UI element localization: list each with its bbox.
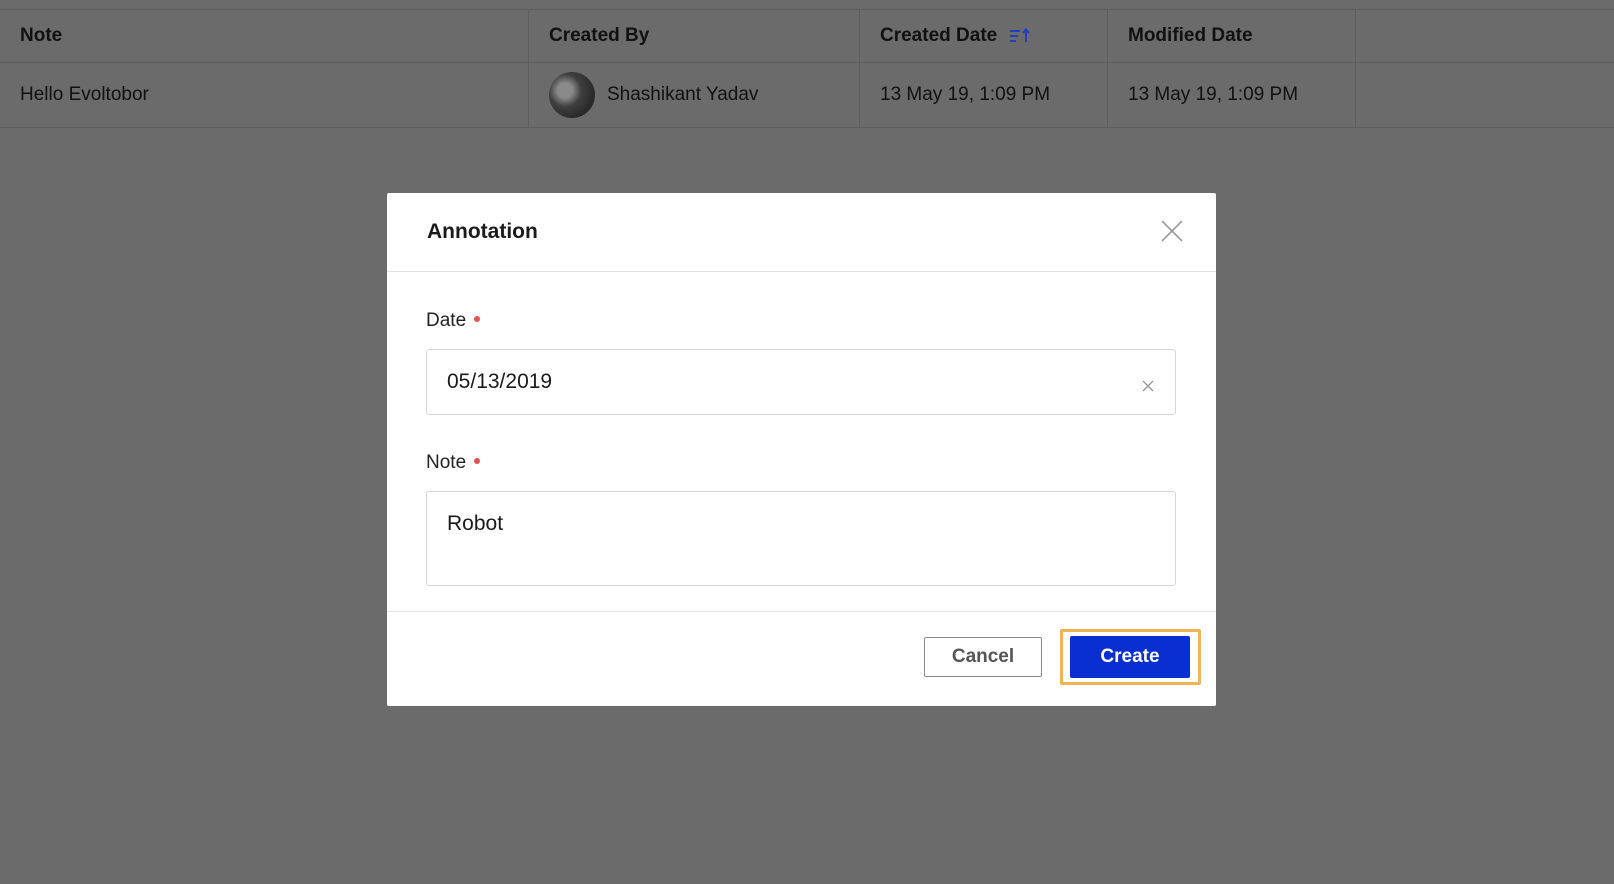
note-field[interactable]: Robot [426,491,1176,586]
header-note[interactable]: Note [0,10,529,62]
row-created-by-text: Shashikant Yadav [607,84,759,105]
row-note: Hello Evoltobor [0,63,529,127]
dialog-footer: Cancel Create [387,611,1216,707]
create-button[interactable]: Create [1070,636,1190,678]
sort-ascending-icon[interactable] [1009,27,1031,44]
date-value: 05/13/2019 [447,370,553,393]
header-note-label: Note [20,25,63,46]
note-value: Robot [447,512,504,535]
date-field[interactable]: 05/13/2019 [426,349,1176,415]
cancel-button[interactable]: Cancel [924,637,1042,677]
header-empty [1356,10,1614,62]
row-empty [1356,63,1614,127]
row-created-by: Shashikant Yadav [529,63,860,127]
avatar [549,72,595,118]
close-icon[interactable] [1160,219,1184,243]
header-created-date-label: Created Date [880,25,998,46]
dialog-title: Annotation [427,220,538,243]
row-modified-date-text: 13 May 19, 1:09 PM [1128,84,1299,105]
row-modified-date: 13 May 19, 1:09 PM [1108,63,1356,127]
date-label: Date [426,310,481,332]
annotation-dialog: Annotation Date 05/13/2019 Note Robot Ca… [387,193,1216,706]
required-indicator [474,315,481,322]
row-note-text: Hello Evoltobor [20,84,149,105]
header-modified-date-label: Modified Date [1128,25,1253,46]
header-created-date[interactable]: Created Date [860,10,1108,62]
clear-icon[interactable] [1141,375,1155,392]
table-header: Note Created By Created Date Modified Da… [0,10,1614,63]
header-modified-date[interactable]: Modified Date [1108,10,1356,62]
row-created-date-text: 13 May 19, 1:09 PM [880,84,1051,105]
note-label-text: Note [426,452,467,473]
row-created-date: 13 May 19, 1:09 PM [860,63,1108,127]
table-row[interactable]: Hello Evoltobor Shashikant Yadav 13 May … [0,63,1614,128]
note-label: Note [426,452,481,474]
header-created-by-label: Created By [549,25,650,46]
dialog-header: Annotation [387,193,1216,272]
header-created-by[interactable]: Created By [529,10,860,62]
date-label-text: Date [426,310,467,331]
required-indicator [474,457,481,464]
